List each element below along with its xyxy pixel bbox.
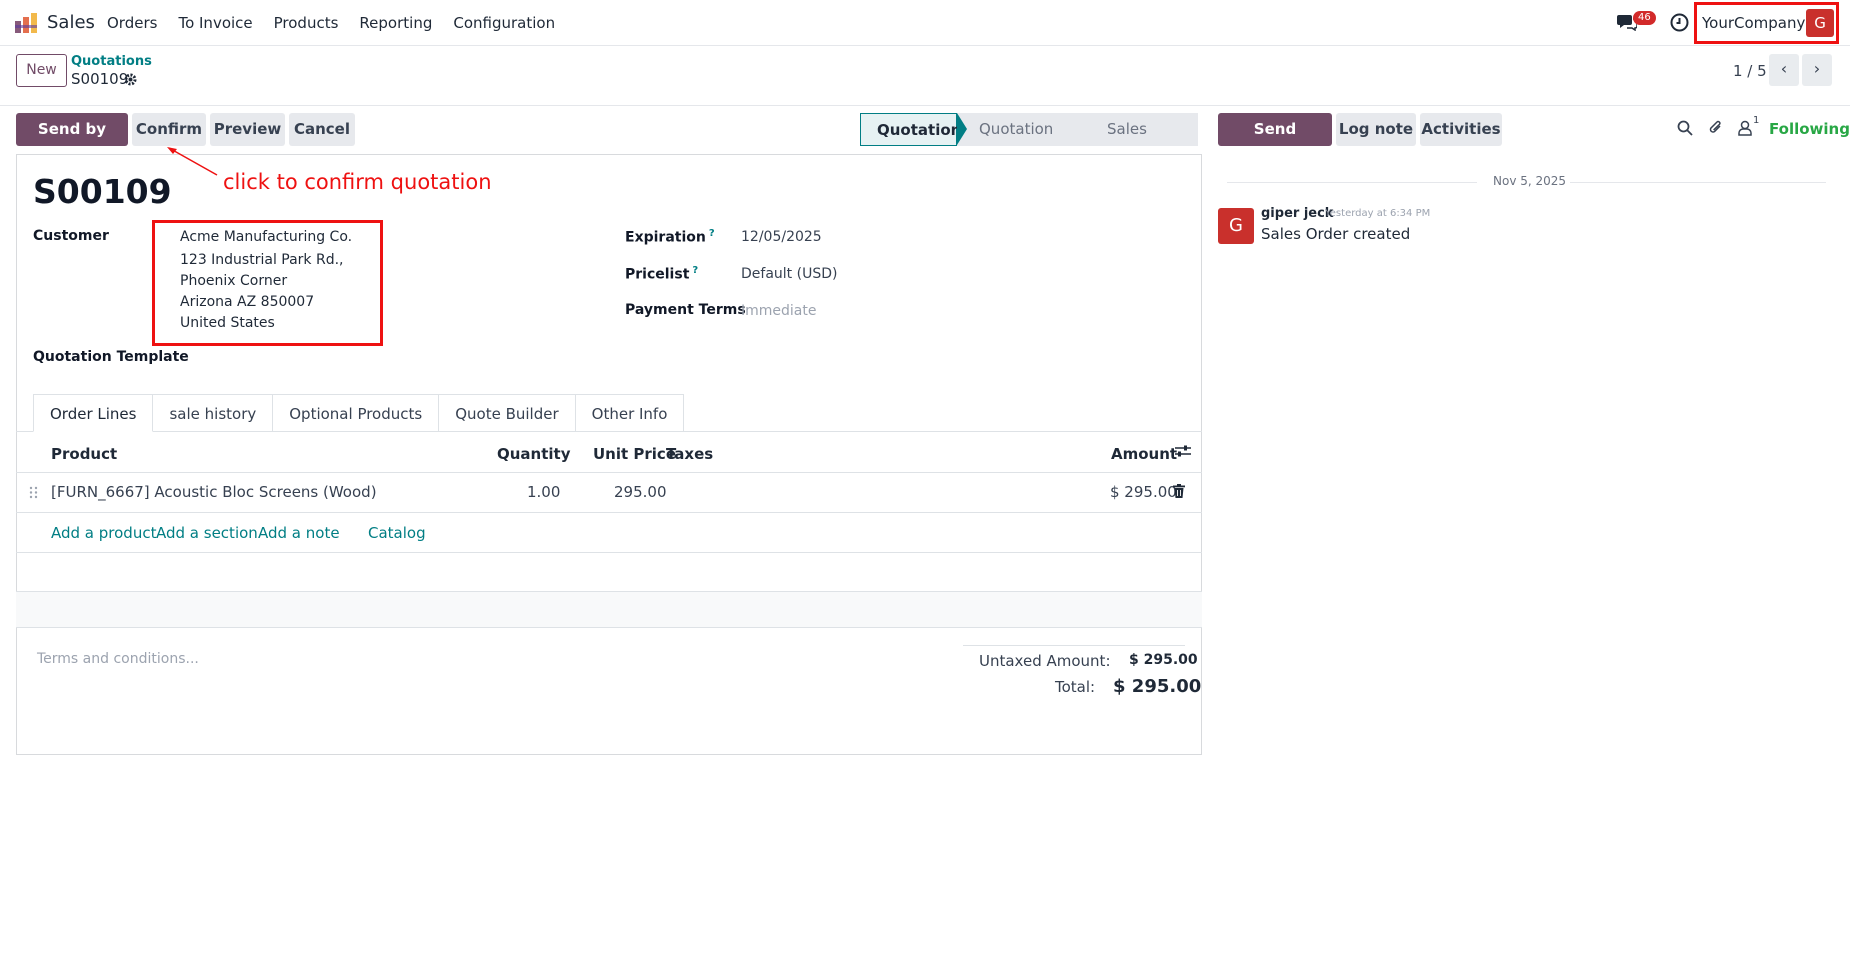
new-button[interactable]: New [16,54,67,87]
total-label: Total: [1055,678,1096,696]
pager-next-button[interactable]: › [1802,54,1832,86]
catalog-link[interactable]: Catalog [368,524,426,542]
payment-terms-field[interactable]: Immediate [741,303,816,319]
pager-previous-button[interactable]: ‹ [1769,54,1799,86]
search-icon[interactable] [1677,120,1693,136]
followers-icon[interactable] [1738,120,1752,136]
customer-state-zip: Arizona AZ 850007 [180,294,315,310]
total-value: $ 295.00 [1113,676,1202,697]
company-switcher[interactable]: YourCompany [1702,14,1805,32]
header-amount[interactable]: Amount [1111,445,1177,463]
message-author-avatar[interactable]: G [1218,208,1254,244]
row-divider [16,512,1202,513]
annotation-arrow [167,147,218,176]
menu-reporting[interactable]: Reporting [359,14,432,32]
menu-configuration[interactable]: Configuration [453,14,555,32]
add-note-link[interactable]: Add a note [258,524,340,542]
document-title: S00109 [33,172,172,211]
tab-other-info[interactable]: Other Info [574,394,685,432]
tab-order-lines[interactable]: Order Lines [33,394,154,432]
activity-clock-icon[interactable] [1670,13,1689,32]
user-avatar[interactable]: G [1806,9,1834,37]
top-navbar: Sales Orders To Invoice Products Reporti… [0,0,1850,46]
line-unit-price[interactable]: 295.00 [614,483,667,501]
untaxed-amount-value: $ 295.00 [1129,652,1198,668]
message-body: Sales Order created [1261,225,1411,243]
quotation-template-label: Quotation Template [33,349,189,365]
date-separator-line-right [1570,182,1826,183]
sales-app-icon[interactable] [15,13,37,33]
messages-badge: 46 [1633,11,1656,25]
trash-icon[interactable] [1173,484,1185,498]
add-section-link[interactable]: Add a section [156,524,258,542]
header-product[interactable]: Product [51,445,117,463]
line-product[interactable]: [FURN_6667] Acoustic Bloc Screens (Wood) [51,483,377,501]
log-note-button[interactable]: Log note [1336,113,1416,146]
cancel-button[interactable]: Cancel [289,113,355,146]
tab-optional-products[interactable]: Optional Products [272,394,440,432]
app-name[interactable]: Sales [47,12,95,33]
customer-name[interactable]: Acme Manufacturing Co. [180,229,352,245]
follower-count: 1 [1753,115,1760,126]
menu-products[interactable]: Products [274,14,339,32]
drag-handle-icon[interactable] [29,486,38,499]
empty-row [16,591,1202,628]
header-taxes[interactable]: Taxes [666,445,713,463]
expiration-label: Expiration? [625,228,715,246]
stage-quotation[interactable]: Quotation [860,113,967,146]
send-by-email-button[interactable]: Send by Email [16,113,128,171]
date-separator-line-left [1227,182,1477,183]
add-links-divider [16,552,1202,553]
pricelist-help-icon: ? [692,265,699,276]
line-quantity[interactable]: 1.00 [527,483,560,501]
totals-divider [963,645,1185,646]
confirm-button[interactable]: Confirm [132,113,206,146]
form-tabs: Order Lines sale history Optional Produc… [33,394,685,432]
tab-quote-builder[interactable]: Quote Builder [438,394,576,432]
menu-orders[interactable]: Orders [107,14,157,32]
line-amount: $ 295.00 [1110,483,1177,501]
customer-country: United States [180,315,275,331]
activities-button[interactable]: Activities [1420,113,1502,146]
attachment-icon[interactable] [1708,119,1724,136]
status-bar: Quotation Quotation Sent Sales Order [860,113,1198,171]
menu-to-invoice[interactable]: To Invoice [178,14,252,32]
terms-field[interactable]: Terms and conditions... [37,651,199,667]
breadcrumb-current: S00109 [71,70,129,88]
tabs-divider [16,431,1202,432]
pager-value: 1 / 5 [1733,62,1767,80]
customer-city: Phoenix Corner [180,273,288,289]
expiration-field[interactable]: 12/05/2025 [741,229,822,245]
customer-label: Customer [33,228,109,244]
annotation-text: click to confirm quotation [223,170,492,194]
tab-sale-history[interactable]: sale history [152,394,274,432]
breadcrumb-quotations[interactable]: Quotations [71,54,152,69]
customer-street: 123 Industrial Park Rd., [180,252,344,268]
preview-button[interactable]: Preview [210,113,285,146]
payment-terms-label: Payment Terms [625,302,746,318]
untaxed-amount-label: Untaxed Amount: [979,652,1111,670]
stage-quotation-sent[interactable]: Quotation Sent [957,113,1095,171]
header-quantity[interactable]: Quantity [497,445,571,463]
header-unit-price[interactable]: Unit Price [593,445,676,463]
expiration-help-icon: ? [708,228,715,239]
column-settings-icon[interactable] [1175,444,1191,458]
pricelist-field[interactable]: Default (USD) [741,266,837,282]
main-menu: Orders To Invoice Products Reporting Con… [107,14,555,32]
control-panel: New Quotations S00109 1 / 5 ‹ › [0,46,1850,106]
message-author[interactable]: giper jeck [1261,206,1333,221]
header-divider [16,472,1202,473]
add-product-link[interactable]: Add a product [51,524,156,542]
message-time: Yesterday at 6:34 PM [1325,208,1431,219]
following-button[interactable]: Following [1769,120,1850,138]
send-message-button[interactable]: Send message [1218,113,1332,171]
date-separator: Nov 5, 2025 [1493,174,1567,188]
gear-icon[interactable] [124,73,137,86]
pricelist-label: Pricelist? [625,265,699,283]
stage-sales-order[interactable]: Sales Order [1085,113,1198,171]
